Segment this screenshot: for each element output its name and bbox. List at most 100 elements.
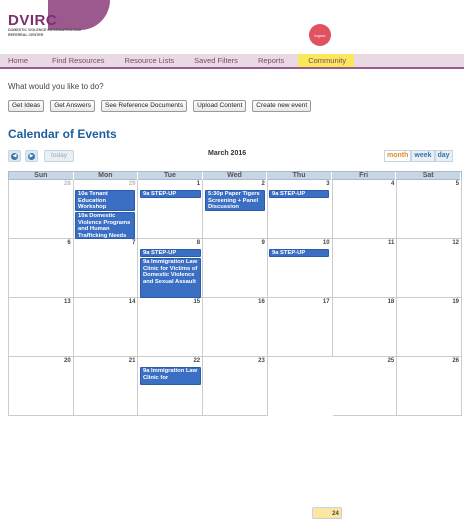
day-number: 2 (261, 181, 265, 187)
weekday-header: Sun Mon Tue Wed Thu Fri Sat (8, 171, 462, 180)
day-number: 14 (128, 299, 136, 305)
prev-month-button[interactable]: ◀ (8, 150, 21, 162)
day-cell[interactable]: 7 (73, 239, 139, 298)
logo-subtitle: DOMESTIC VIOLENCE INFORMATION AND REFERR… (8, 28, 82, 37)
day-number: 15 (193, 299, 201, 305)
upload-content-button[interactable]: Upload Content (193, 100, 247, 112)
logo-swoosh (48, 0, 110, 30)
day-cell[interactable]: 12 (397, 239, 462, 298)
next-month-button[interactable]: ▶ (25, 150, 38, 162)
day-number: 24 (332, 511, 339, 517)
nav-find-resources[interactable]: Find Resources (42, 54, 115, 67)
day-number: 5 (455, 181, 459, 187)
week-row: 13 14 15 16 17 18 19 (8, 298, 462, 357)
weekday-sun: Sun (9, 172, 74, 180)
weekday-mon: Mon (74, 172, 139, 180)
calendar-event[interactable]: 9a STEP-UP (269, 249, 329, 257)
day-cell[interactable]: 5 (397, 180, 462, 239)
day-cell-today[interactable]: 24 (311, 507, 342, 519)
reference-documents-button[interactable]: See Reference Documents (101, 100, 188, 112)
nav-divider (0, 67, 464, 69)
week-view-button[interactable]: week (411, 150, 435, 162)
day-number: 23 (258, 358, 265, 364)
calendar-event[interactable]: 9a Immigration Law Clinic for (140, 367, 201, 385)
day-cell[interactable]: 23 (203, 357, 268, 416)
weekday-fri: Fri (332, 172, 397, 180)
day-cell[interactable]: 6 (9, 239, 74, 298)
day-number: 20 (64, 358, 71, 364)
day-number: 9 (261, 240, 265, 246)
calendar-event[interactable]: 9a STEP-UP (140, 249, 201, 257)
day-number: 28 (64, 181, 71, 187)
nav-home[interactable]: Home (0, 54, 42, 67)
day-number: 7 (132, 240, 136, 246)
day-number: 10 (322, 240, 330, 246)
day-number: 19 (452, 299, 459, 305)
day-number: 3 (326, 181, 330, 187)
get-ideas-button[interactable]: Get Ideas (8, 100, 45, 112)
day-number: 4 (390, 181, 395, 187)
day-cell[interactable]: 16 (203, 298, 268, 357)
logout-button[interactable]: logout (309, 24, 331, 46)
week-row: 6 7 8 9 10 11 12 9a STEP-UP 9a Immigrati… (8, 239, 462, 298)
day-cell[interactable]: 15 (138, 298, 204, 357)
calendar-event[interactable]: 9a Immigration Law Clinic for Victims of… (140, 258, 201, 298)
calendar-event[interactable]: 9a STEP-UP (140, 190, 201, 198)
week-row: 20 21 22 23 24 25 26 9a Immigration Law … (8, 357, 462, 519)
day-cell[interactable]: 18 (332, 298, 398, 357)
day-cell[interactable]: 20 (9, 357, 74, 416)
day-cell[interactable]: 9 (203, 239, 268, 298)
main-nav: Home Find Resources Resource Lists Saved… (0, 54, 464, 67)
day-cell[interactable]: 14 (73, 298, 139, 357)
nav-resource-lists[interactable]: Resource Lists (115, 54, 185, 67)
day-cell[interactable]: 11 (332, 239, 398, 298)
month-view-button[interactable]: month (384, 150, 412, 162)
day-number: 18 (387, 299, 395, 305)
weekday-thu: Thu (267, 172, 332, 180)
week-row: 28 29 1 2 3 4 5 10a Tenant Education Wor… (8, 180, 462, 239)
nav-saved-filters[interactable]: Saved Filters (184, 54, 248, 67)
day-cell[interactable]: 17 (267, 298, 333, 357)
nav-community[interactable]: Community (298, 54, 355, 67)
day-number: 17 (322, 299, 330, 305)
weekday-tue: Tue (138, 172, 203, 180)
day-cell[interactable]: 28 (9, 180, 74, 239)
day-number: 21 (128, 358, 136, 364)
day-cell[interactable]: 19 (397, 298, 462, 357)
day-cell[interactable]: 26 (397, 357, 462, 416)
day-number: 1 (196, 181, 201, 187)
day-cell[interactable]: 1 (138, 180, 204, 239)
day-number: 11 (387, 240, 395, 246)
month-title: March 2016 (208, 150, 247, 157)
day-cell[interactable]: 4 (332, 180, 398, 239)
logo[interactable]: DVIRC (8, 12, 57, 29)
app-header: DVIRC DOMESTIC VIOLENCE INFORMATION AND … (0, 0, 464, 52)
day-cell[interactable]: 13 (9, 298, 74, 357)
prompt-text: What would you like to do? (8, 82, 104, 91)
day-number: 22 (193, 358, 201, 364)
get-answers-button[interactable]: Get Answers (50, 100, 96, 112)
day-number: 12 (452, 240, 459, 246)
today-button[interactable]: today (44, 150, 74, 162)
day-view-button[interactable]: day (434, 150, 453, 162)
calendar-grid: Sun Mon Tue Wed Thu Fri Sat 28 29 1 2 3 … (8, 171, 462, 519)
day-cell[interactable]: 10 (267, 239, 333, 298)
day-cell[interactable]: 21 (73, 357, 139, 416)
chevron-left-icon: ◀ (11, 152, 18, 160)
calendar-event[interactable]: 10a Domestic Violence Programs and Human… (75, 212, 135, 239)
action-buttons: Get Ideas Get Answers See Reference Docu… (8, 100, 312, 112)
calendar-event[interactable]: 9a STEP-UP (269, 190, 329, 198)
weekday-wed: Wed (203, 172, 268, 180)
day-number: 6 (67, 240, 71, 246)
day-cell[interactable]: 22 (138, 357, 204, 416)
nav-reports[interactable]: Reports (248, 54, 294, 67)
day-cell[interactable]: 3 (267, 180, 333, 239)
day-number: 25 (387, 358, 395, 364)
day-number: 16 (258, 299, 265, 305)
weekday-sat: Sat (396, 172, 461, 180)
day-number: 8 (196, 240, 201, 246)
day-cell[interactable]: 25 (332, 357, 398, 416)
create-event-button[interactable]: Create new event (252, 100, 312, 112)
calendar-event[interactable]: 5:30p Paper Tigers Screening + Panel Dis… (205, 190, 265, 211)
calendar-event[interactable]: 10a Tenant Education Workshop (75, 190, 135, 211)
